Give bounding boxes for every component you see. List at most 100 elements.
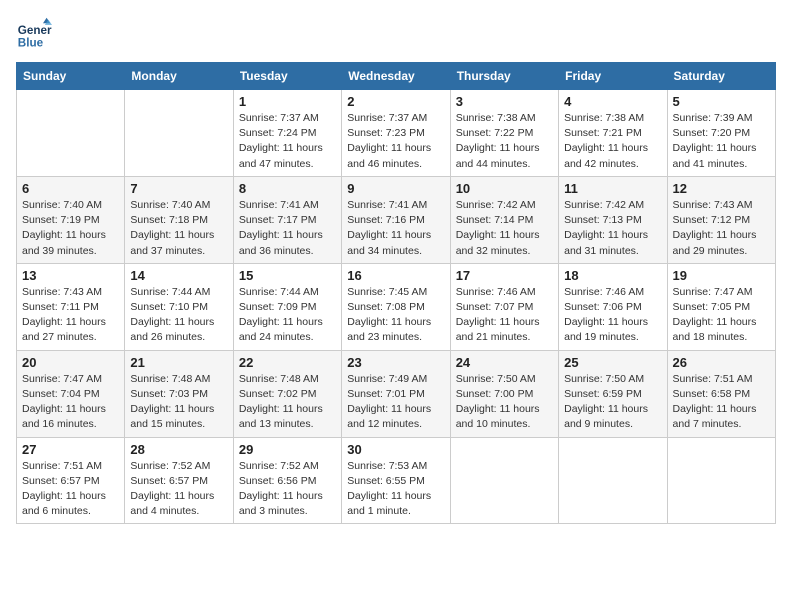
calendar-cell: 28 Sunrise: 7:52 AM Sunset: 6:57 PM Dayli… bbox=[125, 437, 233, 524]
day-number: 21 bbox=[130, 355, 227, 370]
day-number: 10 bbox=[456, 181, 553, 196]
day-info: Sunrise: 7:47 AM Sunset: 7:04 PM Dayligh… bbox=[22, 372, 119, 433]
day-info: Sunrise: 7:42 AM Sunset: 7:14 PM Dayligh… bbox=[456, 198, 553, 259]
calendar-table: SundayMondayTuesdayWednesdayThursdayFrid… bbox=[16, 62, 776, 524]
day-number: 12 bbox=[673, 181, 770, 196]
calendar-cell bbox=[559, 437, 667, 524]
day-info: Sunrise: 7:42 AM Sunset: 7:13 PM Dayligh… bbox=[564, 198, 661, 259]
day-info: Sunrise: 7:49 AM Sunset: 7:01 PM Dayligh… bbox=[347, 372, 444, 433]
day-info: Sunrise: 7:38 AM Sunset: 7:22 PM Dayligh… bbox=[456, 111, 553, 172]
day-number: 5 bbox=[673, 94, 770, 109]
calendar-body: 1Sunrise: 7:37 AM Sunset: 7:24 PM Daylig… bbox=[17, 90, 776, 524]
day-number: 27 bbox=[22, 442, 119, 457]
page-header: General Blue bbox=[16, 16, 776, 52]
day-number: 17 bbox=[456, 268, 553, 283]
svg-text:Blue: Blue bbox=[18, 37, 44, 50]
day-number: 18 bbox=[564, 268, 661, 283]
day-number: 19 bbox=[673, 268, 770, 283]
day-info: Sunrise: 7:47 AM Sunset: 7:05 PM Dayligh… bbox=[673, 285, 770, 346]
day-info: Sunrise: 7:51 AM Sunset: 6:58 PM Dayligh… bbox=[673, 372, 770, 433]
day-info: Sunrise: 7:48 AM Sunset: 7:02 PM Dayligh… bbox=[239, 372, 336, 433]
day-info: Sunrise: 7:45 AM Sunset: 7:08 PM Dayligh… bbox=[347, 285, 444, 346]
calendar-week-row: 6Sunrise: 7:40 AM Sunset: 7:19 PM Daylig… bbox=[17, 176, 776, 263]
day-number: 16 bbox=[347, 268, 444, 283]
logo-icon: General Blue bbox=[16, 16, 52, 52]
calendar-cell: 30 Sunrise: 7:53 AM Sunset: 6:55 PM Dayli… bbox=[342, 437, 450, 524]
day-info: Sunrise: 7:39 AM Sunset: 7:20 PM Dayligh… bbox=[673, 111, 770, 172]
calendar-cell bbox=[667, 437, 775, 524]
calendar-cell bbox=[17, 90, 125, 177]
calendar-cell: 9 Sunrise: 7:41 AM Sunset: 7:16 PM Daylig… bbox=[342, 176, 450, 263]
day-header-friday: Friday bbox=[559, 63, 667, 90]
day-info: Sunrise: 7:40 AM Sunset: 7:19 PM Dayligh… bbox=[22, 198, 119, 259]
calendar-cell: 21 Sunrise: 7:48 AM Sunset: 7:03 PM Dayli… bbox=[125, 350, 233, 437]
day-info: Sunrise: 7:53 AM Sunset: 6:55 PM Dayligh… bbox=[347, 459, 444, 520]
calendar-cell: 5 Sunrise: 7:39 AM Sunset: 7:20 PM Daylig… bbox=[667, 90, 775, 177]
day-number: 9 bbox=[347, 181, 444, 196]
day-number: 3 bbox=[456, 94, 553, 109]
day-header-wednesday: Wednesday bbox=[342, 63, 450, 90]
day-info: Sunrise: 7:52 AM Sunset: 6:56 PM Dayligh… bbox=[239, 459, 336, 520]
day-number: 2 bbox=[347, 94, 444, 109]
logo: General Blue bbox=[16, 16, 56, 52]
calendar-cell: 8 Sunrise: 7:41 AM Sunset: 7:17 PM Daylig… bbox=[233, 176, 341, 263]
day-number: 25 bbox=[564, 355, 661, 370]
calendar-cell: 18 Sunrise: 7:46 AM Sunset: 7:06 PM Dayli… bbox=[559, 263, 667, 350]
calendar-week-row: 13Sunrise: 7:43 AM Sunset: 7:11 PM Dayli… bbox=[17, 263, 776, 350]
day-header-tuesday: Tuesday bbox=[233, 63, 341, 90]
day-info: Sunrise: 7:37 AM Sunset: 7:24 PM Dayligh… bbox=[239, 111, 336, 172]
day-info: Sunrise: 7:43 AM Sunset: 7:11 PM Dayligh… bbox=[22, 285, 119, 346]
day-info: Sunrise: 7:41 AM Sunset: 7:16 PM Dayligh… bbox=[347, 198, 444, 259]
calendar-cell: 27 Sunrise: 7:51 AM Sunset: 6:57 PM Dayli… bbox=[17, 437, 125, 524]
day-header-thursday: Thursday bbox=[450, 63, 558, 90]
day-number: 4 bbox=[564, 94, 661, 109]
day-info: Sunrise: 7:50 AM Sunset: 6:59 PM Dayligh… bbox=[564, 372, 661, 433]
calendar-cell: 12 Sunrise: 7:43 AM Sunset: 7:12 PM Dayli… bbox=[667, 176, 775, 263]
day-number: 20 bbox=[22, 355, 119, 370]
day-info: Sunrise: 7:43 AM Sunset: 7:12 PM Dayligh… bbox=[673, 198, 770, 259]
calendar-cell: 16 Sunrise: 7:45 AM Sunset: 7:08 PM Dayli… bbox=[342, 263, 450, 350]
day-number: 8 bbox=[239, 181, 336, 196]
day-info: Sunrise: 7:44 AM Sunset: 7:10 PM Dayligh… bbox=[130, 285, 227, 346]
day-number: 26 bbox=[673, 355, 770, 370]
day-info: Sunrise: 7:46 AM Sunset: 7:06 PM Dayligh… bbox=[564, 285, 661, 346]
day-info: Sunrise: 7:51 AM Sunset: 6:57 PM Dayligh… bbox=[22, 459, 119, 520]
calendar-cell bbox=[125, 90, 233, 177]
calendar-header-row: SundayMondayTuesdayWednesdayThursdayFrid… bbox=[17, 63, 776, 90]
day-number: 28 bbox=[130, 442, 227, 457]
day-info: Sunrise: 7:41 AM Sunset: 7:17 PM Dayligh… bbox=[239, 198, 336, 259]
svg-text:General: General bbox=[18, 24, 52, 37]
calendar-cell bbox=[450, 437, 558, 524]
day-number: 22 bbox=[239, 355, 336, 370]
day-info: Sunrise: 7:37 AM Sunset: 7:23 PM Dayligh… bbox=[347, 111, 444, 172]
day-info: Sunrise: 7:48 AM Sunset: 7:03 PM Dayligh… bbox=[130, 372, 227, 433]
day-info: Sunrise: 7:44 AM Sunset: 7:09 PM Dayligh… bbox=[239, 285, 336, 346]
calendar-cell: 15 Sunrise: 7:44 AM Sunset: 7:09 PM Dayli… bbox=[233, 263, 341, 350]
day-info: Sunrise: 7:50 AM Sunset: 7:00 PM Dayligh… bbox=[456, 372, 553, 433]
day-header-saturday: Saturday bbox=[667, 63, 775, 90]
calendar-cell: 23Sunrise: 7:49 AM Sunset: 7:01 PM Dayli… bbox=[342, 350, 450, 437]
calendar-cell: 19 Sunrise: 7:47 AM Sunset: 7:05 PM Dayli… bbox=[667, 263, 775, 350]
calendar-week-row: 27 Sunrise: 7:51 AM Sunset: 6:57 PM Dayli… bbox=[17, 437, 776, 524]
day-header-sunday: Sunday bbox=[17, 63, 125, 90]
day-number: 15 bbox=[239, 268, 336, 283]
calendar-week-row: 20 Sunrise: 7:47 AM Sunset: 7:04 PM Dayli… bbox=[17, 350, 776, 437]
calendar-cell: 10 Sunrise: 7:42 AM Sunset: 7:14 PM Dayli… bbox=[450, 176, 558, 263]
day-number: 29 bbox=[239, 442, 336, 457]
day-info: Sunrise: 7:40 AM Sunset: 7:18 PM Dayligh… bbox=[130, 198, 227, 259]
calendar-cell: 1Sunrise: 7:37 AM Sunset: 7:24 PM Daylig… bbox=[233, 90, 341, 177]
calendar-cell: 20 Sunrise: 7:47 AM Sunset: 7:04 PM Dayli… bbox=[17, 350, 125, 437]
calendar-cell: 14Sunrise: 7:44 AM Sunset: 7:10 PM Dayli… bbox=[125, 263, 233, 350]
calendar-cell: 7Sunrise: 7:40 AM Sunset: 7:18 PM Daylig… bbox=[125, 176, 233, 263]
calendar-cell: 6Sunrise: 7:40 AM Sunset: 7:19 PM Daylig… bbox=[17, 176, 125, 263]
day-info: Sunrise: 7:38 AM Sunset: 7:21 PM Dayligh… bbox=[564, 111, 661, 172]
day-header-monday: Monday bbox=[125, 63, 233, 90]
calendar-cell: 24Sunrise: 7:50 AM Sunset: 7:00 PM Dayli… bbox=[450, 350, 558, 437]
calendar-cell: 13Sunrise: 7:43 AM Sunset: 7:11 PM Dayli… bbox=[17, 263, 125, 350]
calendar-cell: 25 Sunrise: 7:50 AM Sunset: 6:59 PM Dayli… bbox=[559, 350, 667, 437]
day-info: Sunrise: 7:52 AM Sunset: 6:57 PM Dayligh… bbox=[130, 459, 227, 520]
calendar-cell: 2 Sunrise: 7:37 AM Sunset: 7:23 PM Daylig… bbox=[342, 90, 450, 177]
calendar-week-row: 1Sunrise: 7:37 AM Sunset: 7:24 PM Daylig… bbox=[17, 90, 776, 177]
day-number: 30 bbox=[347, 442, 444, 457]
calendar-cell: 17Sunrise: 7:46 AM Sunset: 7:07 PM Dayli… bbox=[450, 263, 558, 350]
